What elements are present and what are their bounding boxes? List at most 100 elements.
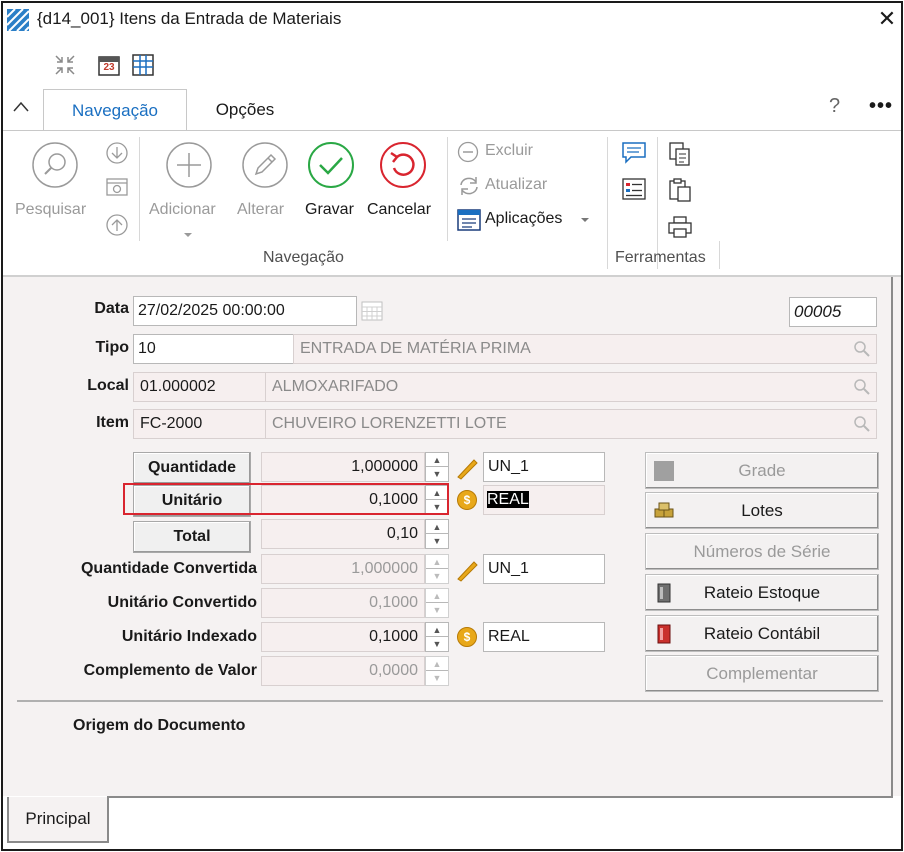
apps-window-icon xyxy=(457,209,481,231)
close-button[interactable]: ✕ xyxy=(875,7,899,31)
numeros-serie-label: Números de Série xyxy=(693,542,831,561)
calendar-icon[interactable]: 23 xyxy=(97,53,121,77)
bottom-tab-line xyxy=(107,796,893,798)
qtd-convertida-label: Quantidade Convertida xyxy=(80,560,257,577)
alterar-label: Alterar xyxy=(237,201,285,218)
aplicacoes-label: Aplicações xyxy=(485,210,563,227)
help-button[interactable]: ? xyxy=(829,95,840,118)
complemento-label: Complemento de Valor xyxy=(83,662,257,679)
more-options-button[interactable]: ••• xyxy=(869,95,893,118)
item-code-input[interactable]: FC-2000 xyxy=(133,409,267,439)
tipo-description: ENTRADA DE MATÉRIA PRIMA xyxy=(293,334,877,364)
group-ferramentas-label: Ferramentas xyxy=(615,249,706,266)
alterar-button[interactable]: Alterar xyxy=(235,131,295,241)
dropdown-arrow-icon xyxy=(184,233,192,237)
ribbon-separator xyxy=(447,137,448,241)
total-button[interactable]: Total xyxy=(133,521,251,553)
tab-principal[interactable]: Principal xyxy=(7,797,109,843)
quantidade-unit-input[interactable]: UN_1 xyxy=(483,452,605,482)
unit-convertido-input: 0,1000 xyxy=(261,588,425,618)
bottom-tab-strip xyxy=(3,796,901,849)
tab-opcoes[interactable]: Opções xyxy=(195,89,295,131)
rateio-estoque-button[interactable]: Rateio Estoque xyxy=(645,574,879,611)
copy-icon[interactable] xyxy=(667,141,693,167)
excluir-button[interactable]: Excluir xyxy=(455,139,595,165)
local-code-input[interactable]: 01.000002 xyxy=(133,372,267,402)
search-icon[interactable] xyxy=(853,378,871,396)
adicionar-label: Adicionar xyxy=(149,201,216,218)
complementar-button[interactable]: Complementar xyxy=(645,655,879,692)
arrow-up-circle-icon[interactable] xyxy=(105,213,129,237)
window-title: {d14_001} Itens da Entrada de Materiais xyxy=(37,9,342,28)
ruler-pencil-icon[interactable] xyxy=(455,456,479,480)
pesquisar-label: Pesquisar xyxy=(15,201,87,218)
cancelar-button[interactable]: Cancelar xyxy=(365,131,441,241)
unitario-currency-input[interactable]: REAL xyxy=(483,485,605,515)
window: {d14_001} Itens da Entrada de Materiais … xyxy=(1,1,903,851)
qtd-convertida-unit-input[interactable]: UN_1 xyxy=(483,554,605,584)
pesquisar-button[interactable]: Pesquisar xyxy=(11,131,101,241)
aplicacoes-button[interactable]: Aplicações xyxy=(455,205,595,233)
unit-indexado-currency-input[interactable]: REAL xyxy=(483,622,605,652)
grid-table-icon[interactable] xyxy=(131,53,155,77)
tab-navegacao[interactable]: Navegação xyxy=(43,89,187,131)
qtd-convertida-spinner: ▲ ▼ xyxy=(425,554,449,584)
total-input[interactable]: 0,10 xyxy=(261,519,425,549)
search-icon xyxy=(32,142,78,188)
quantidade-input[interactable]: 1,000000 xyxy=(261,452,425,482)
form-list-icon[interactable] xyxy=(621,177,647,201)
rateio-estoque-label: Rateio Estoque xyxy=(703,583,821,602)
atualizar-button[interactable]: Atualizar xyxy=(455,173,595,199)
form-border-right xyxy=(891,277,893,798)
collapse-arrows-icon[interactable] xyxy=(53,53,77,77)
lotes-button[interactable]: Lotes xyxy=(645,492,879,529)
gravar-label: Gravar xyxy=(305,201,354,218)
unit-indexado-input[interactable]: 0,1000 xyxy=(261,622,425,652)
print-icon[interactable] xyxy=(667,215,693,239)
quantidade-button[interactable]: Quantidade xyxy=(133,452,251,484)
undo-circle-icon xyxy=(380,142,426,188)
coin-icon[interactable]: $ xyxy=(457,627,477,647)
coin-icon[interactable]: $ xyxy=(457,490,477,510)
cancelar-label: Cancelar xyxy=(367,201,432,218)
grade-label: Grade xyxy=(738,461,786,480)
rateio-contabil-button[interactable]: Rateio Contábil xyxy=(645,615,879,652)
rateio-contabil-label: Rateio Contábil xyxy=(703,624,821,643)
document-code-input[interactable]: 00005 xyxy=(789,297,877,327)
ribbon: Pesquisar Adicionar Alterar Gravar Cance… xyxy=(3,131,901,277)
minus-circle-icon xyxy=(457,141,479,163)
arrow-down-circle-icon[interactable] xyxy=(105,141,129,165)
gravar-button[interactable]: Gravar xyxy=(301,131,361,241)
paste-icon[interactable] xyxy=(667,177,693,203)
search-icon[interactable] xyxy=(853,415,871,433)
unit-convertido-label: Unitário Convertido xyxy=(107,594,257,611)
local-description: ALMOXARIFADO xyxy=(265,372,877,402)
ruler-pencil-icon[interactable] xyxy=(455,558,479,582)
search-icon[interactable] xyxy=(853,340,871,358)
plus-circle-icon xyxy=(166,142,212,188)
tipo-label: Tipo xyxy=(95,339,129,356)
tipo-code-input[interactable]: 10 xyxy=(133,334,295,364)
ribbon-separator xyxy=(719,241,720,269)
browse-record-icon[interactable] xyxy=(105,176,129,200)
total-spinner[interactable]: ▲ ▼ xyxy=(425,519,449,549)
data-input[interactable]: 27/02/2025 00:00:00 xyxy=(133,296,357,326)
unit-indexado-spinner[interactable]: ▲ ▼ xyxy=(425,622,449,652)
adicionar-button[interactable]: Adicionar xyxy=(145,131,233,243)
quantidade-spinner[interactable]: ▲ ▼ xyxy=(425,452,449,482)
unit-convertido-spinner: ▲ ▼ xyxy=(425,588,449,618)
grade-button[interactable]: Grade xyxy=(645,452,879,489)
calendar-day-label: 23 xyxy=(103,62,115,73)
qtd-convertida-input: 1,000000 xyxy=(261,554,425,584)
unit-indexado-label: Unitário Indexado xyxy=(121,628,257,645)
excluir-label: Excluir xyxy=(485,142,534,159)
group-navegacao-label: Navegação xyxy=(263,249,344,266)
chevron-up-icon[interactable] xyxy=(11,97,31,117)
check-circle-icon xyxy=(308,142,354,188)
complementar-label: Complementar xyxy=(706,664,818,683)
item-description: CHUVEIRO LORENZETTI LOTE xyxy=(265,409,877,439)
local-label: Local xyxy=(87,377,129,394)
calendar-picker-icon[interactable] xyxy=(361,301,383,321)
comment-icon[interactable] xyxy=(621,141,647,165)
numeros-serie-button[interactable]: Números de Série xyxy=(645,533,879,570)
